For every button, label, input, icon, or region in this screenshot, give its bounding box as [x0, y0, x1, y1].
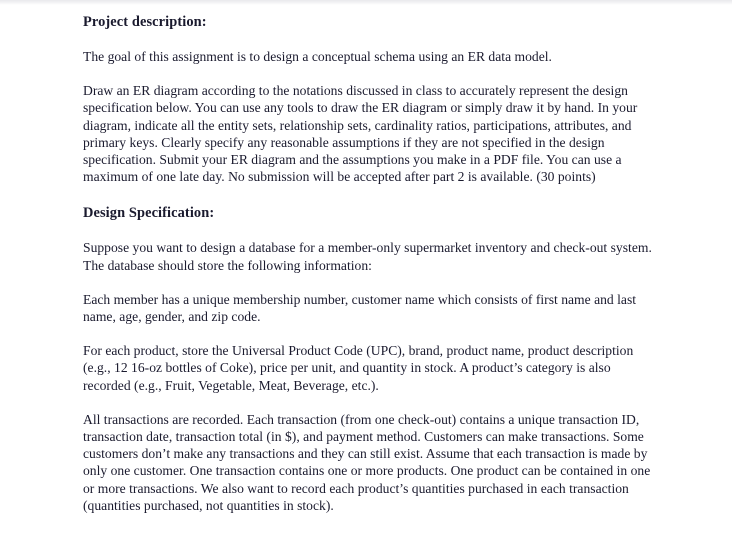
document-content: Project description: The goal of this as… — [83, 14, 653, 514]
document-page: Project description: The goal of this as… — [0, 0, 732, 558]
page-top-edge — [0, 0, 732, 5]
product-requirements-paragraph: For each product, store the Universal Pr… — [83, 343, 634, 393]
member-requirements-paragraph: Each member has a unique membership numb… — [83, 291, 637, 325]
goal-paragraph: The goal of this assignment is to design… — [83, 49, 552, 64]
design-specification-heading: Design Specification: — [83, 205, 215, 222]
project-description-heading: Project description: — [83, 14, 207, 30]
transaction-requirements-paragraph: All transactions are recorded. Each tran… — [83, 411, 651, 513]
er-diagram-instructions-paragraph: Draw an ER diagram according to the nota… — [83, 83, 638, 185]
database-overview-paragraph: Suppose you want to design a database fo… — [83, 240, 652, 273]
